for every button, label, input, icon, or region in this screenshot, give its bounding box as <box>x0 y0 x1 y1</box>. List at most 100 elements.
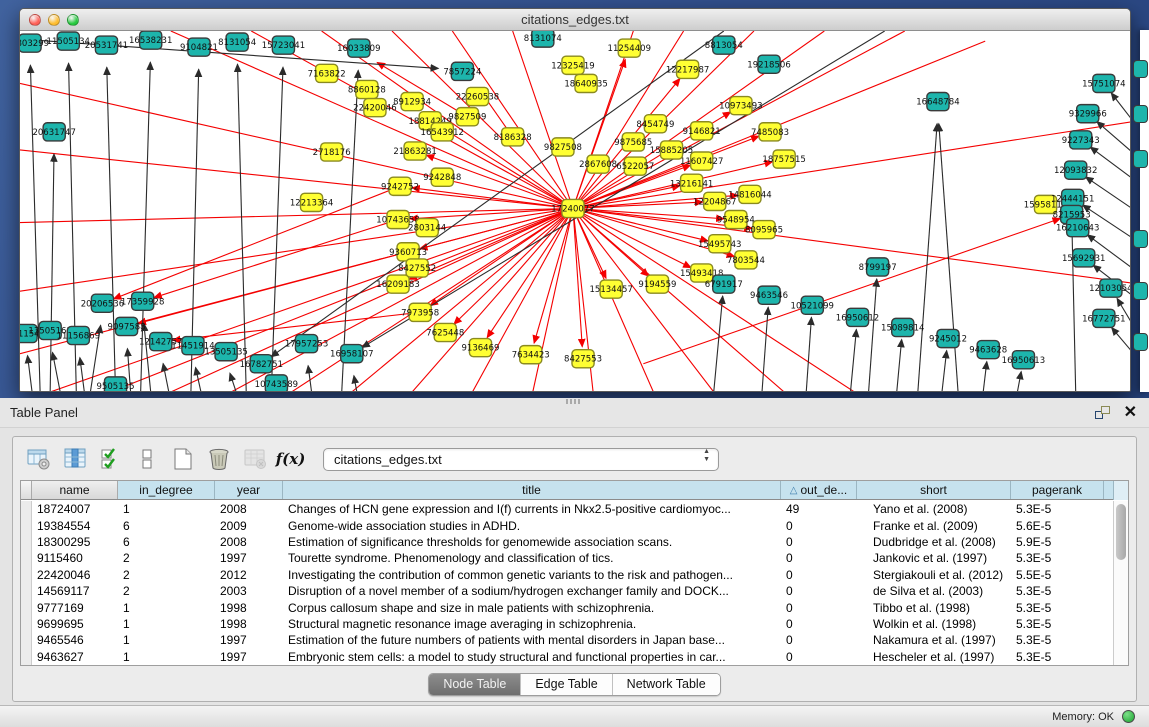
graph-node[interactable]: 15089814 <box>881 318 924 336</box>
table-cell[interactable]: 9777169 <box>32 599 118 615</box>
function-builder-icon[interactable]: f(x) <box>277 446 304 472</box>
table-cell[interactable]: 1998 <box>215 599 283 615</box>
citation-edge-black[interactable] <box>714 296 723 392</box>
background-window-sliver[interactable] <box>1140 30 1149 392</box>
column-header-title[interactable]: title <box>283 481 781 499</box>
network-window-titlebar[interactable]: citations_edges.txt <box>20 9 1130 31</box>
tab-edge-table[interactable]: Edge Table <box>521 674 612 695</box>
graph-node[interactable]: 15692931 <box>1062 249 1105 267</box>
table-cell[interactable]: 2008 <box>215 501 283 517</box>
graph-node[interactable]: 7973958 <box>401 303 439 321</box>
citation-edge-black[interactable] <box>869 279 877 392</box>
network-canvas[interactable]: 1724007711254409122179871097349374850831… <box>20 31 1131 392</box>
column-header-name[interactable]: name <box>32 481 118 499</box>
table-cell[interactable]: 1 <box>118 649 215 665</box>
table-cell[interactable]: 0 <box>781 616 857 632</box>
graph-node[interactable]: 17359928 <box>121 292 164 310</box>
citation-edge-black[interactable] <box>144 323 151 392</box>
citation-edge-black[interactable] <box>28 356 33 392</box>
table-cell[interactable]: 2008 <box>215 534 283 550</box>
table-cell[interactable]: 19384554 <box>32 517 118 533</box>
citation-edge-black[interactable] <box>806 317 811 392</box>
table-cell[interactable]: Investigating the contribution of common… <box>283 567 781 583</box>
graph-node[interactable]: 15134457 <box>589 280 632 298</box>
graph-node[interactable]: 9329966 <box>1069 105 1107 123</box>
graph-node[interactable] <box>1133 60 1148 78</box>
citation-edge-black[interactable] <box>850 329 856 392</box>
table-cell[interactable]: 2 <box>118 567 215 583</box>
citation-edge-black[interactable] <box>1097 122 1131 152</box>
graph-node[interactable]: 9242848 <box>423 168 461 186</box>
table-cell[interactable]: 1997 <box>215 632 283 648</box>
table-cell[interactable]: Nakamura et al. (1997) <box>857 632 1011 648</box>
table-cell[interactable]: Wolkin et al. (1998) <box>857 616 1011 632</box>
graph-node[interactable]: 15751074 <box>1082 74 1125 92</box>
table-cell[interactable]: 1997 <box>215 550 283 566</box>
graph-node[interactable]: 8454749 <box>636 115 674 133</box>
table-cell[interactable]: 0 <box>781 550 857 566</box>
table-cell[interactable]: Corpus callosum shape and size in male p… <box>283 599 781 615</box>
table-row[interactable]: 969969511998Structural magnetic resonanc… <box>21 616 1113 632</box>
citation-edge-black[interactable] <box>918 124 937 392</box>
zoom-window-button[interactable] <box>67 14 79 26</box>
graph-node[interactable] <box>1133 230 1148 248</box>
table-cell[interactable]: 0 <box>781 599 857 615</box>
graph-node[interactable]: 18757515 <box>762 150 805 168</box>
table-cell[interactable]: 0 <box>781 649 857 665</box>
minimize-window-button[interactable] <box>48 14 60 26</box>
table-row[interactable]: 911546021997Tourette syndrome. Phenomeno… <box>21 550 1113 566</box>
table-cell[interactable]: 49 <box>781 501 857 517</box>
graph-node[interactable]: 9827509 <box>448 108 486 126</box>
citation-edge-red[interactable] <box>352 208 573 392</box>
table-cell[interactable]: 1 <box>118 632 215 648</box>
table-cell[interactable]: 22420046 <box>32 567 118 583</box>
table-cell[interactable]: 14569117 <box>32 583 118 599</box>
citation-edge-black[interactable] <box>52 352 60 392</box>
graph-node[interactable]: 9194559 <box>638 275 676 293</box>
graph-node[interactable]: 12093832 <box>1054 161 1097 179</box>
graph-node[interactable]: 15723041 <box>262 36 305 54</box>
graph-node[interactable]: 8860128 <box>348 80 386 98</box>
graph-node[interactable]: 15495743 <box>698 235 741 253</box>
citation-edge-black[interactable] <box>1112 328 1131 352</box>
graph-node[interactable]: 2718176 <box>313 143 351 161</box>
column-header-in_degree[interactable]: in_degree <box>118 481 215 499</box>
citation-edge-black[interactable] <box>237 64 246 392</box>
graph-node[interactable]: 8186328 <box>494 128 532 146</box>
network-view-window[interactable]: citations_edges.txt 17240077112544091221… <box>19 8 1131 392</box>
graph-node[interactable]: 16958107 <box>330 345 373 363</box>
graph-node[interactable] <box>1133 105 1148 123</box>
citation-edge-black[interactable] <box>107 67 116 392</box>
graph-node[interactable]: 8912934 <box>393 93 431 111</box>
table-cell[interactable]: 9699695 <box>32 616 118 632</box>
graph-node[interactable]: 20631747 <box>32 123 75 141</box>
new-column-icon[interactable] <box>169 446 196 472</box>
table-cell[interactable]: Dudbridge et al. (2008) <box>857 534 1011 550</box>
delete-column-icon[interactable] <box>205 446 232 472</box>
citation-edge-red[interactable] <box>573 208 1131 283</box>
table-cell[interactable]: Franke et al. (2009) <box>857 517 1011 533</box>
graph-node[interactable]: 16950613 <box>1002 351 1045 369</box>
table-cell[interactable]: 1 <box>118 501 215 517</box>
table-cell[interactable]: Stergiakouli et al. (2012) <box>857 567 1011 583</box>
graph-node[interactable]: 8799197 <box>859 258 897 276</box>
table-cell[interactable]: 0 <box>781 534 857 550</box>
graph-node[interactable]: 16950612 <box>836 308 879 326</box>
table-cell[interactable]: Tourette syndrome. Phenomenology and cla… <box>283 550 781 566</box>
graph-node[interactable]: 12217987 <box>666 60 709 78</box>
table-cell[interactable]: 5.3E-5 <box>1011 550 1104 566</box>
graph-node[interactable]: 18640935 <box>564 74 607 92</box>
column-header-year[interactable]: year <box>215 481 283 499</box>
show-columns-icon[interactable] <box>61 446 88 472</box>
table-cell[interactable]: 1 <box>118 599 215 615</box>
table-cell[interactable]: 1997 <box>215 649 283 665</box>
table-cell[interactable]: 6 <box>118 534 215 550</box>
graph-node[interactable]: 7485083 <box>751 123 789 141</box>
table-cell[interactable]: 5.3E-5 <box>1011 599 1104 615</box>
citation-edge-black[interactable] <box>163 364 169 392</box>
table-cell[interactable]: 5.6E-5 <box>1011 517 1104 533</box>
citation-edge-black[interactable] <box>80 358 84 392</box>
graph-node[interactable]: 9803299 <box>20 34 49 52</box>
table-row[interactable]: 1938455462009Genome-wide association stu… <box>21 517 1113 533</box>
graph-node[interactable]: 21863281 <box>393 142 436 160</box>
